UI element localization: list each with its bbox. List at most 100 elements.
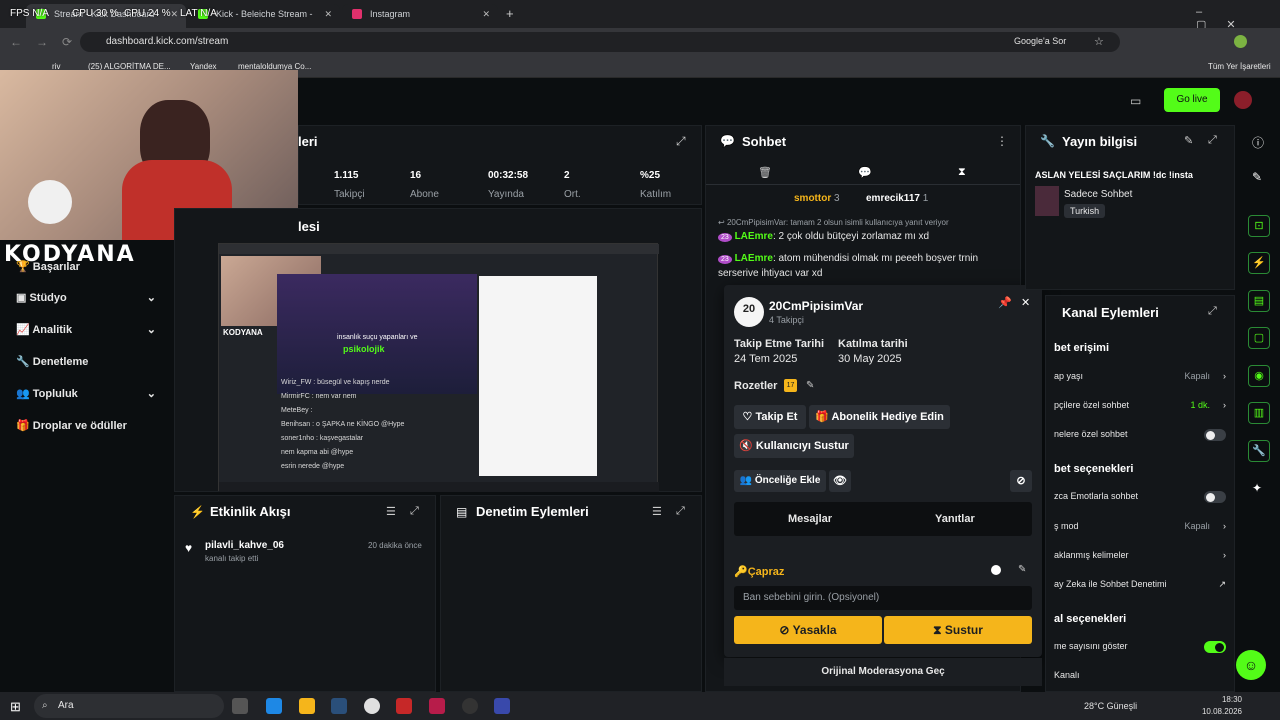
toggle-switch[interactable]: [1204, 491, 1226, 503]
rail-bolt-icon[interactable]: ⚡: [1248, 252, 1270, 274]
nav-arrows-icon[interactable]: ←→⟳: [10, 35, 86, 49]
more-icon[interactable]: ⋮: [996, 134, 1008, 148]
stream-preview-video[interactable]: KODYANA insanlık suçu yapanları ve psiko…: [218, 243, 659, 492]
obs-icon[interactable]: [462, 698, 478, 714]
sidebar-item-moderation[interactable]: 🔧 Denetleme: [16, 355, 88, 368]
ban-button[interactable]: ⊘ Yasakla: [734, 616, 882, 644]
profile-avatar[interactable]: [1234, 35, 1247, 48]
chat-username[interactable]: LAEmre: [735, 231, 773, 242]
filter-icon[interactable]: ☰: [652, 505, 662, 518]
clock-time[interactable]: 18:30: [1206, 695, 1242, 704]
user-avatar[interactable]: [1234, 91, 1252, 109]
rail-layout-icon[interactable]: ▥: [1248, 402, 1270, 424]
activity-user[interactable]: pilavli_kahve_06: [205, 540, 284, 551]
sidebar-item-community[interactable]: 👥 Topluluk ⌄: [16, 387, 156, 400]
setting-row[interactable]: Kanalı: [1054, 670, 1226, 680]
app-icon[interactable]: [396, 698, 412, 714]
expand-icon[interactable]: ⤢: [676, 134, 686, 149]
chat-mode-icon[interactable]: 💬: [858, 166, 872, 179]
cast-icon[interactable]: ▭: [1130, 94, 1141, 108]
google-ask-button[interactable]: Google'a Sor: [1014, 36, 1066, 46]
steam-icon[interactable]: [331, 698, 347, 714]
rail-document-icon[interactable]: ▤: [1248, 290, 1270, 312]
activity-title: Etkinlik Akışı: [210, 504, 291, 519]
setting-label: aklanmış kelimeler: [1054, 550, 1129, 560]
close-tab-icon[interactable]: ✕: [170, 4, 178, 24]
tab-instagram[interactable]: Instagram ✕: [342, 4, 498, 28]
go-live-button[interactable]: Go live: [1164, 88, 1220, 112]
eye-icon[interactable]: 👁: [829, 470, 851, 492]
sidebar-item-analytics[interactable]: 📈 Analitik ⌄: [16, 323, 156, 336]
setting-row[interactable]: ap yaşı Kapalı ›: [1054, 371, 1226, 381]
setting-row[interactable]: aklanmış kelimeler ›: [1054, 550, 1226, 560]
trash-icon[interactable]: 🗑: [758, 166, 772, 179]
expand-icon[interactable]: ⤢: [410, 505, 419, 518]
message-tabs: [734, 502, 1032, 536]
overlay-fps: FPS N/A: [10, 8, 49, 19]
toggle-switch[interactable]: [1204, 429, 1226, 441]
expand-icon[interactable]: ⤢: [1208, 134, 1217, 147]
windows-start-icon[interactable]: ⊞: [10, 699, 21, 715]
add-priority-button[interactable]: 👥 Önceliğe Ekle: [734, 470, 826, 492]
setting-row[interactable]: ay Zeka ile Sohbet Denetimi ↗: [1054, 579, 1226, 589]
color-dot-icon[interactable]: [991, 565, 1001, 575]
ban-reason-input[interactable]: Ban sebebini girin. (Opsiyonel): [734, 586, 1032, 610]
edit-icon[interactable]: ✎: [1184, 134, 1193, 147]
setting-row[interactable]: ş mod Kapalı ›: [1054, 521, 1226, 531]
original-moderation-link[interactable]: Orijinal Moderasyona Geç: [724, 658, 1042, 686]
rail-capture-icon[interactable]: ⊡: [1248, 215, 1270, 237]
expand-icon[interactable]: ⤢: [1208, 305, 1217, 318]
category-name[interactable]: Sadece Sohbet: [1064, 189, 1132, 200]
chat-message[interactable]: 23 LAEmre: atom mühendisi olmak mı peeeh…: [718, 252, 1008, 281]
setting-row[interactable]: pçilere özel sohbet 1 dk. ›: [1054, 400, 1226, 410]
close-icon[interactable]: ✕: [1021, 296, 1030, 309]
follow-button[interactable]: ♡ Takip Et: [734, 405, 806, 429]
tab-messages[interactable]: Mesajlar: [788, 513, 832, 525]
gift-sub-button[interactable]: 🎁 Abonelik Hediye Edin: [809, 405, 950, 429]
close-tab-icon[interactable]: ✕: [482, 4, 490, 24]
url-input[interactable]: dashboard.kick.com/stream: [80, 32, 1120, 52]
new-tab-icon[interactable]: +: [506, 6, 514, 21]
chat-username[interactable]: LAEmre: [735, 253, 773, 264]
edit-icon[interactable]: ✎: [806, 380, 814, 391]
hourglass-icon[interactable]: ⧗: [958, 166, 966, 179]
sidebar-item-studio[interactable]: ▣ Stüdyo ⌄: [16, 291, 156, 304]
support-chat-icon[interactable]: ☺: [1236, 650, 1266, 680]
timeout-button[interactable]: ⧗ Sustur: [884, 616, 1032, 644]
mute-user-button[interactable]: 🔇 Kullanıcıyı Sustur: [734, 434, 854, 458]
edge-icon[interactable]: [266, 698, 282, 714]
chat-message[interactable]: 23 LAEmre: 2 çok oldu bütçeyi zorlamaz m…: [718, 231, 1008, 242]
expand-icon[interactable]: ⤢: [676, 505, 685, 518]
clock-date[interactable]: 10.08.2026: [1198, 707, 1242, 716]
rail-chat-icon[interactable]: ▢: [1248, 327, 1270, 349]
chevron-right-icon: ›: [1223, 521, 1226, 531]
close-tab-icon[interactable]: ✕: [324, 4, 332, 24]
divider: [706, 184, 1020, 185]
chrome-icon[interactable]: [364, 698, 380, 714]
info-icon[interactable]: ⓘ: [1252, 134, 1264, 151]
rail-wrench-icon[interactable]: 🔧: [1248, 440, 1270, 462]
settings-icon[interactable]: ✦: [1252, 481, 1262, 495]
sidebar-item-drops[interactable]: 🎁 Droplar ve ödüller: [16, 419, 127, 432]
pencil-icon[interactable]: ✎: [1252, 170, 1262, 184]
all-bookmarks[interactable]: Tüm Yer İşaretleri: [1208, 62, 1271, 71]
block-icon[interactable]: ⊘: [1010, 470, 1032, 492]
tab-replies[interactable]: Yanıtlar: [935, 513, 975, 525]
taskbar-search[interactable]: ⌕ Ara: [34, 694, 224, 718]
weather-widget[interactable]: 28°C Güneşli: [1084, 701, 1137, 711]
sidebar-item-achievements[interactable]: 🏆 Başarılar: [16, 260, 80, 273]
top-chatter-count: 1: [922, 193, 929, 204]
task-view-icon[interactable]: [232, 698, 248, 714]
filter-icon[interactable]: ☰: [386, 505, 396, 518]
app-icon[interactable]: [429, 698, 445, 714]
sub-badge-icon: 17: [784, 379, 797, 392]
rail-broadcast-icon[interactable]: ◉: [1248, 365, 1270, 387]
star-icon[interactable]: ☆: [1094, 35, 1104, 48]
toggle-switch[interactable]: [1204, 641, 1226, 653]
app-icon[interactable]: [494, 698, 510, 714]
pin-icon[interactable]: 📌: [998, 296, 1012, 309]
edit-icon[interactable]: ✎: [1018, 564, 1026, 575]
file-explorer-icon[interactable]: [299, 698, 315, 714]
preview-panel-title: lesi: [298, 219, 320, 234]
setting-value: Kapalı: [1184, 521, 1210, 531]
